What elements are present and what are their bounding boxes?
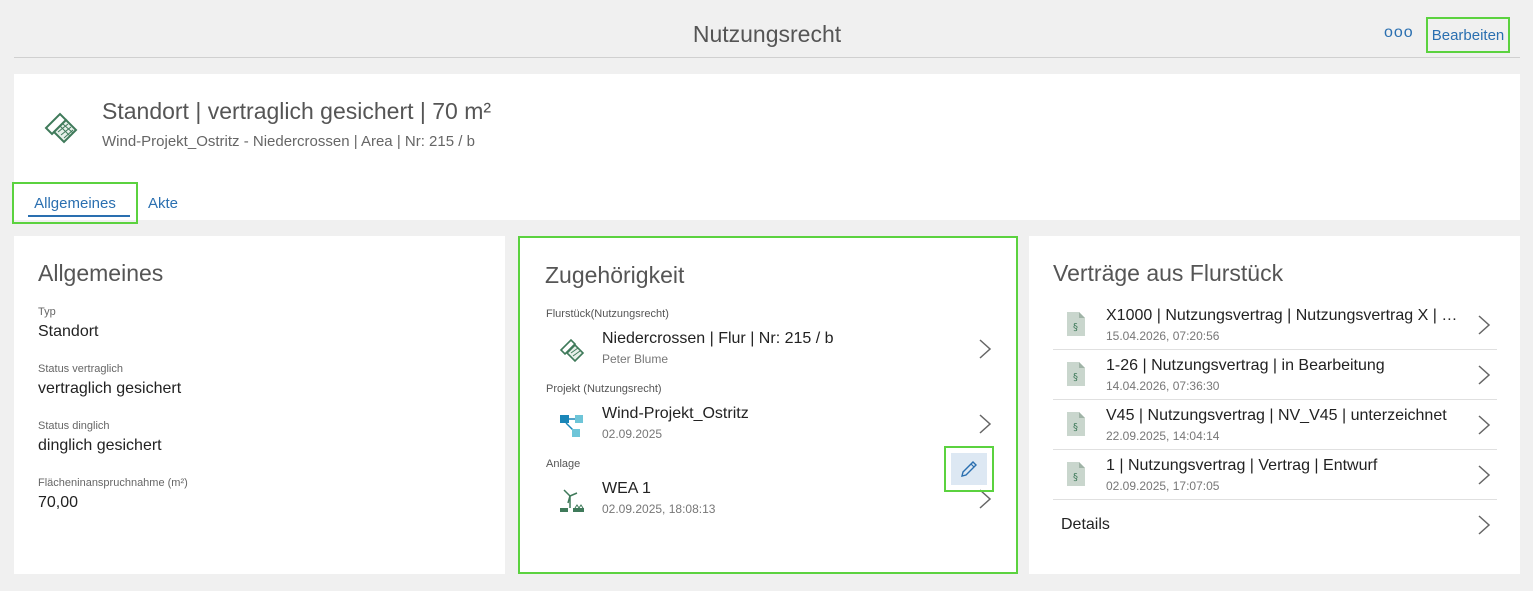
chevron-right-icon <box>1478 515 1491 535</box>
contract-document-icon: § <box>1067 362 1085 386</box>
projekt-sub: 02.09.2025 <box>602 427 663 441</box>
object-header: Standort | vertraglich gesichert | 70 m²… <box>12 74 1520 224</box>
contract-title: 1-26 | Nutzungsvertrag | in Bearbeitung <box>1106 357 1385 374</box>
projekt-label: Projekt (Nutzungsrecht) <box>546 383 662 395</box>
contract-item[interactable]: § V45 | Nutzungsvertrag | NV_V45 | unter… <box>1053 400 1497 450</box>
svg-text:§: § <box>1073 472 1078 483</box>
contract-title: X1000 | Nutzungsvertrag | Nutzungsvertra… <box>1106 307 1466 324</box>
active-tab-indicator <box>28 215 130 217</box>
contract-document-icon: § <box>1067 412 1085 436</box>
contract-date: 14.04.2026, 07:36:30 <box>1106 379 1220 393</box>
anlage-label: Anlage <box>546 458 581 470</box>
edit-assignment-button[interactable] <box>944 446 994 492</box>
general-card: Allgemeines Typ Standort Status vertragl… <box>14 236 505 574</box>
contract-date: 15.04.2026, 07:20:56 <box>1106 329 1220 343</box>
anlage-title: WEA 1 <box>602 480 651 497</box>
projekt-link[interactable]: Wind-Projekt_Ostritz 02.09.2025 <box>546 405 992 449</box>
parcel-icon <box>559 338 585 363</box>
contract-item[interactable]: § 1 | Nutzungsvertrag | Vertrag | Entwur… <box>1053 450 1497 500</box>
chevron-right-icon <box>979 414 992 434</box>
edit-button[interactable]: Bearbeiten <box>1426 17 1510 53</box>
anlage-sub: 02.09.2025, 18:08:13 <box>602 502 716 516</box>
contract-date: 02.09.2025, 17:07:05 <box>1106 479 1220 493</box>
flurstueck-link[interactable]: Niedercrossen | Flur | Nr: 215 / b Peter… <box>546 330 992 374</box>
tab-allgemeines-label: Allgemeines <box>34 194 116 212</box>
contract-item[interactable]: § 1-26 | Nutzungsvertrag | in Bearbeitun… <box>1053 350 1497 400</box>
field-label-status-dinglich: Status dinglich <box>38 420 110 432</box>
page-title: Nutzungsrecht <box>692 21 842 47</box>
more-options-button[interactable]: ooo <box>1384 24 1414 42</box>
projekt-title: Wind-Projekt_Ostritz <box>602 405 749 422</box>
chevron-right-icon <box>1478 415 1491 435</box>
svg-text:§: § <box>1073 422 1078 433</box>
field-label-flaeche: Flächeninanspruchnahme (m²) <box>38 477 188 489</box>
pencil-icon <box>961 461 977 477</box>
tab-akte[interactable]: Akte <box>142 182 184 224</box>
contract-item[interactable]: § X1000 | Nutzungsvertrag | Nutzungsvert… <box>1053 300 1497 350</box>
chevron-right-icon <box>1478 465 1491 485</box>
object-title: Standort | vertraglich gesichert | 70 m² <box>102 98 492 124</box>
field-label-status-vertraglich: Status vertraglich <box>38 363 123 375</box>
svg-text:§: § <box>1073 372 1078 383</box>
chevron-right-icon <box>1478 365 1491 385</box>
contracts-card-title: Verträge aus Flurstück <box>1053 260 1284 286</box>
field-value-status-vertraglich: vertraglich gesichert <box>38 380 182 397</box>
contract-title: 1 | Nutzungsvertrag | Vertrag | Entwurf <box>1106 457 1378 474</box>
parcel-icon <box>44 112 78 144</box>
details-label: Details <box>1061 516 1110 533</box>
contract-document-icon: § <box>1067 312 1085 336</box>
top-bar: Nutzungsrecht ooo Bearbeiten <box>14 14 1520 58</box>
membership-card-title: Zugehörigkeit <box>545 262 685 288</box>
general-card-title: Allgemeines <box>38 260 164 286</box>
svg-text:§: § <box>1073 322 1078 333</box>
tab-akte-label: Akte <box>147 194 178 212</box>
field-value-typ: Standort <box>38 323 99 340</box>
flurstueck-title: Niedercrossen | Flur | Nr: 215 / b <box>602 330 834 347</box>
contract-title: V45 | Nutzungsvertrag | NV_V45 | unterze… <box>1106 407 1447 424</box>
field-value-status-dinglich: dinglich gesichert <box>38 437 162 454</box>
field-value-flaeche: 70,00 <box>38 494 79 511</box>
field-label-typ: Typ <box>38 306 56 318</box>
flurstueck-sub: Peter Blume <box>602 352 669 366</box>
chevron-right-icon <box>979 339 992 359</box>
membership-card: Zugehörigkeit Flurstück(Nutzungsrecht) N… <box>518 236 1018 574</box>
chevron-right-icon <box>1478 315 1491 335</box>
object-subtitle: Wind-Projekt_Ostritz - Niedercrossen | A… <box>102 133 475 150</box>
contracts-card: Verträge aus Flurstück § X1000 | Nutzung… <box>1029 236 1520 574</box>
edit-assignment-button-bg <box>951 453 987 485</box>
details-link[interactable]: Details <box>1053 500 1497 550</box>
project-icon <box>560 415 583 437</box>
contract-date: 22.09.2025, 14:04:14 <box>1106 429 1220 443</box>
anlage-link[interactable]: WEA 1 02.09.2025, 18:08:13 <box>546 480 992 524</box>
wind-turbine-icon <box>560 489 584 512</box>
tab-allgemeines[interactable]: Allgemeines <box>12 182 138 224</box>
contract-document-icon: § <box>1067 462 1085 486</box>
flurstueck-label: Flurstück(Nutzungsrecht) <box>546 308 669 320</box>
